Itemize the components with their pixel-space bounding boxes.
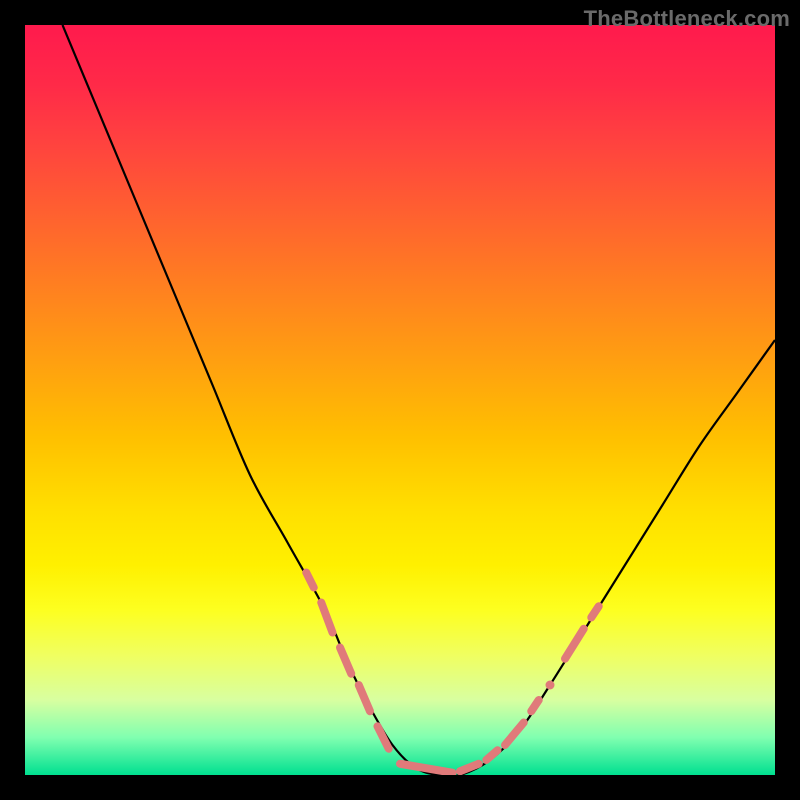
plot-area bbox=[25, 25, 775, 775]
bottleneck-curve bbox=[63, 25, 776, 775]
marker-segment bbox=[591, 606, 599, 617]
marker-segment bbox=[460, 764, 479, 772]
marker-segment bbox=[359, 685, 370, 711]
marker-segment bbox=[378, 726, 389, 749]
marker-segment bbox=[531, 700, 539, 711]
marker-segment bbox=[400, 764, 453, 773]
marker-segment bbox=[565, 629, 584, 659]
marker-segment bbox=[486, 750, 497, 760]
marker-dot bbox=[546, 681, 555, 690]
marker-segment bbox=[340, 648, 351, 674]
marker-group bbox=[306, 573, 599, 773]
marker-segment bbox=[321, 603, 332, 633]
chart-frame: TheBottleneck.com bbox=[0, 0, 800, 800]
marker-segment bbox=[306, 573, 314, 588]
chart-svg bbox=[25, 25, 775, 775]
watermark-label: TheBottleneck.com bbox=[584, 6, 790, 32]
marker-segment bbox=[505, 723, 524, 746]
